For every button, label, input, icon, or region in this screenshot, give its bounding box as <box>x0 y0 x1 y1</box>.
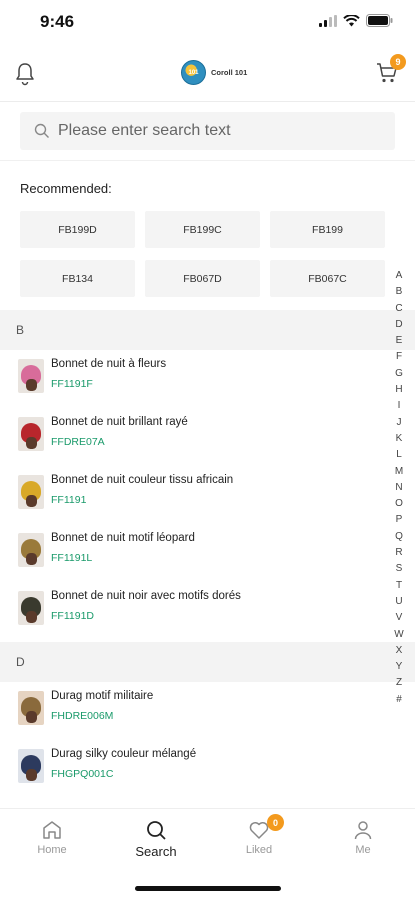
index-letter[interactable]: V <box>396 610 403 626</box>
product-name: Durag silky couleur mélangé <box>51 748 197 760</box>
index-letter[interactable]: A <box>396 268 403 284</box>
brand-logo: 101 <box>181 60 206 85</box>
status-time: 9:46 <box>40 12 75 31</box>
product-name: Bonnet de nuit brillant rayé <box>51 416 188 428</box>
index-letter[interactable]: P <box>396 512 403 528</box>
product-name: Bonnet de nuit motif léopard <box>51 532 195 544</box>
product-code: FF1191 <box>51 494 87 506</box>
index-letter[interactable]: N <box>395 480 402 496</box>
bell-icon[interactable] <box>14 62 36 86</box>
index-letter[interactable]: T <box>396 578 402 594</box>
list-item[interactable]: Bonnet de nuit brillant rayé FFDRE07A <box>0 408 390 466</box>
search-icon <box>147 821 166 840</box>
product-thumbnail <box>18 533 44 567</box>
search-icon <box>34 123 49 138</box>
index-letter[interactable]: H <box>395 382 402 398</box>
index-letter[interactable]: M <box>395 464 403 480</box>
product-name: Bonnet de nuit couleur tissu africain <box>51 474 234 486</box>
product-code: FF1191L <box>51 552 93 564</box>
brand: 101 Coroll 101 <box>181 60 247 85</box>
product-name: Bonnet de nuit noir avec motifs dorés <box>51 590 241 602</box>
index-letter[interactable]: I <box>398 398 401 414</box>
status-bar: 9:46 <box>0 0 415 46</box>
index-letter[interactable]: R <box>395 545 402 561</box>
search-box[interactable] <box>20 112 395 150</box>
nav-liked[interactable]: Liked 0 <box>224 814 294 856</box>
list-item[interactable]: Bonnet de nuit couleur tissu africain FF… <box>0 466 390 524</box>
index-letter[interactable]: J <box>397 415 402 431</box>
product-thumbnail <box>18 417 44 451</box>
index-letter[interactable]: Y <box>396 659 403 675</box>
index-letter[interactable]: X <box>396 643 403 659</box>
index-letter[interactable]: Z <box>396 675 402 691</box>
list-item[interactable]: Durag motif militaire FHDRE006M <box>0 682 390 740</box>
product-code: FF1191D <box>51 610 94 622</box>
product-name: Bonnet de nuit à fleurs <box>51 358 167 370</box>
liked-count-badge: 0 <box>267 814 284 831</box>
index-letter[interactable]: C <box>395 301 402 317</box>
recommended-chip[interactable]: FB134 <box>20 260 135 297</box>
person-icon <box>354 821 372 840</box>
index-letter[interactable]: # <box>396 692 402 708</box>
product-thumbnail <box>18 591 44 625</box>
index-letter[interactable]: L <box>396 447 402 463</box>
index-letter[interactable]: D <box>395 317 402 333</box>
recommended-chip[interactable]: FB199C <box>145 211 260 248</box>
home-icon <box>43 821 61 839</box>
product-code: FFDRE07A <box>51 436 105 448</box>
section-header-b: B <box>0 310 415 350</box>
recommended-chip[interactable]: FB199 <box>270 211 385 248</box>
nav-me-label: Me <box>355 844 371 856</box>
brand-logo-text: 101 <box>188 69 199 76</box>
recommended-grid: FB199D FB199C FB199 FB134 FB067D FB067C <box>20 211 385 297</box>
home-indicator <box>135 886 281 891</box>
product-thumbnail <box>18 359 44 393</box>
index-letter[interactable]: W <box>394 627 403 643</box>
recommended-chip[interactable]: FB199D <box>20 211 135 248</box>
list-item[interactable]: Bonnet de nuit noir avec motifs dorés FF… <box>0 582 390 640</box>
cart-button[interactable]: 9 <box>375 54 406 85</box>
recommended-chip[interactable]: FB067C <box>270 260 385 297</box>
wifi-icon <box>343 14 360 26</box>
nav-search-label: Search <box>135 844 177 859</box>
index-letter[interactable]: E <box>396 333 403 349</box>
recommended-chip[interactable]: FB067D <box>145 260 260 297</box>
signal-icon <box>319 14 337 27</box>
list-item[interactable]: Durag silky couleur mélangé FHGPQ001C <box>0 740 390 798</box>
index-letter[interactable]: O <box>395 496 403 512</box>
product-code: FHGPQ001C <box>51 768 114 780</box>
battery-icon <box>366 14 393 27</box>
nav-search[interactable]: Search <box>121 819 191 859</box>
index-letter[interactable]: F <box>396 349 402 365</box>
alphabet-index[interactable]: A B C D E F G H I J K L M N O P Q R S T … <box>392 268 406 708</box>
nav-home-label: Home <box>37 844 67 856</box>
section-header-d: D <box>0 642 415 682</box>
nav-liked-label: Liked <box>245 844 273 856</box>
product-name: Durag motif militaire <box>51 690 154 702</box>
brand-name: Coroll 101 <box>211 68 248 77</box>
status-icons <box>319 14 393 27</box>
recommended-title: Recommended: <box>20 181 112 196</box>
index-letter[interactable]: U <box>395 594 402 610</box>
cart-count-badge: 9 <box>390 54 406 70</box>
product-thumbnail <box>18 691 44 725</box>
product-thumbnail <box>18 475 44 509</box>
top-bar: 101 Coroll 101 9 <box>0 46 415 102</box>
index-letter[interactable]: K <box>396 431 403 447</box>
index-letter[interactable]: Q <box>395 529 403 545</box>
index-letter[interactable]: G <box>395 366 403 382</box>
nav-home[interactable]: Home <box>17 819 87 856</box>
search-input[interactable] <box>58 122 358 140</box>
product-code: FHDRE006M <box>51 710 114 722</box>
index-letter[interactable]: S <box>396 561 403 577</box>
divider <box>0 160 415 161</box>
product-code: FF1191F <box>51 378 93 390</box>
nav-me[interactable]: Me <box>328 819 398 856</box>
index-letter[interactable]: B <box>396 284 403 300</box>
list-item[interactable]: Bonnet de nuit à fleurs FF1191F <box>0 350 390 408</box>
list-item[interactable]: Bonnet de nuit motif léopard FF1191L <box>0 524 390 582</box>
product-thumbnail <box>18 749 44 783</box>
